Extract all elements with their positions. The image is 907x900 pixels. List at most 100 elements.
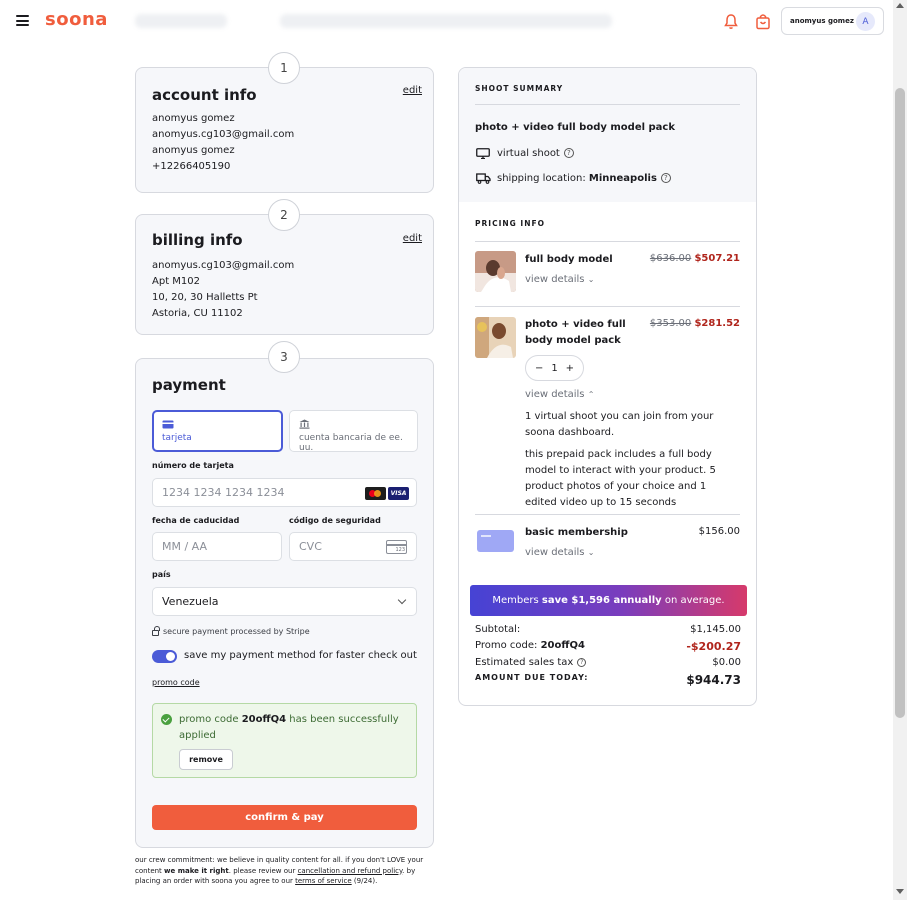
menu-icon[interactable]	[16, 15, 29, 26]
blurred-heading	[280, 14, 612, 28]
billing-address-line-1: Apt M102	[152, 276, 201, 287]
country-label: país	[152, 570, 171, 579]
chevron-down-icon	[397, 595, 407, 605]
scrollbar[interactable]	[893, 0, 907, 900]
step-2-badge: 2	[268, 199, 300, 231]
decrement-button[interactable]: −	[535, 363, 543, 374]
bell-icon[interactable]	[723, 13, 739, 30]
lock-icon	[152, 626, 160, 636]
quantity-stepper[interactable]: − 1 +	[525, 355, 584, 381]
scroll-up-icon[interactable]	[896, 3, 904, 8]
item-name: photo + video full body model pack	[525, 319, 626, 346]
visa-icon: VISA	[388, 487, 409, 500]
pricing-info-title: PRICING INFO	[475, 219, 545, 228]
cvc-label: código de seguridad	[289, 516, 381, 525]
info-icon[interactable]: ?	[660, 173, 671, 183]
payment-title: payment	[152, 376, 226, 394]
account-contact-line: anomyus gomez	[152, 145, 235, 156]
cvc-card-icon: 123	[386, 540, 407, 554]
divider	[475, 104, 740, 105]
view-details-toggle[interactable]: view details ⌄	[525, 547, 594, 558]
check-circle-icon	[161, 714, 172, 725]
legal-notice: our crew commitment: we believe in quali…	[135, 856, 424, 885]
card-number-placeholder: 1234 1234 1234 1234	[162, 486, 285, 499]
membership-savings-banner[interactable]: Members save $1,596 annually on average.	[470, 585, 747, 616]
shipping-city: Minneapolis	[588, 173, 657, 184]
bank-icon	[299, 419, 310, 429]
promo-success-box: promo code 20offQ4 has been successfully…	[152, 703, 417, 778]
country-select[interactable]: Venezuela	[152, 587, 417, 616]
shoot-summary-panel: SHOOT SUMMARY photo + video full body mo…	[458, 67, 757, 706]
info-icon[interactable]: ?	[577, 657, 587, 667]
view-details-toggle[interactable]: view details ⌃	[525, 389, 594, 400]
account-info-card: account info edit anomyus gomez anomyus.…	[135, 67, 434, 193]
mastercard-icon	[365, 487, 386, 500]
remove-promo-button[interactable]: remove	[179, 749, 233, 770]
tab-card-label: tarjeta	[162, 433, 192, 443]
refund-policy-link[interactable]: cancellation and refund policy	[298, 867, 403, 875]
soona-logo[interactable]: soona	[45, 9, 108, 30]
cvc-placeholder: CVC	[299, 540, 322, 553]
tax-row: Estimated sales tax? $0.00	[475, 657, 741, 668]
tab-card[interactable]: tarjeta	[152, 410, 283, 452]
billing-email-line: anomyus.cg103@gmail.com	[152, 260, 295, 271]
blurred-breadcrumb	[135, 14, 227, 28]
billing-city-line: Astoria, CU 11102	[152, 308, 243, 319]
cvc-input[interactable]: CVC 123	[289, 532, 417, 561]
account-name: anomyus gomez	[790, 17, 854, 25]
secure-payment-note: secure payment processed by Stripe	[152, 626, 310, 636]
scroll-down-icon[interactable]	[896, 889, 904, 894]
divider	[475, 306, 740, 307]
tab-bank-account[interactable]: cuenta bancaria de ee. uu.	[289, 410, 418, 453]
applied-promo-code: 20offQ4	[241, 714, 287, 725]
item-price: $156.00	[698, 526, 740, 537]
avatar: A	[856, 12, 875, 31]
save-method-toggle[interactable]	[152, 650, 177, 663]
card-number-label: número de tarjeta	[152, 461, 234, 470]
billing-info-card: billing info edit anomyus.cg103@gmail.co…	[135, 214, 434, 335]
terms-link[interactable]: terms of service	[295, 877, 352, 885]
edit-billing-link[interactable]: edit	[403, 233, 422, 244]
account-details: anomyus gomez anomyus.cg103@gmail.com an…	[152, 111, 294, 175]
item-price: $636.00 $507.21	[649, 253, 740, 264]
promo-code-link[interactable]: promo code	[152, 678, 200, 687]
billing-address-line-2: 10, 20, 30 Halletts Pt	[152, 292, 258, 303]
item-name: full body model	[525, 254, 613, 265]
shipping-location: shipping location: Minneapolis?	[497, 173, 671, 184]
increment-button[interactable]: +	[566, 363, 574, 374]
quantity-value: 1	[551, 362, 558, 374]
divider	[475, 241, 740, 242]
top-bar: soona anomyus gomez A	[0, 0, 893, 43]
country-value: Venezuela	[162, 595, 219, 608]
account-name-line: anomyus gomez	[152, 113, 235, 124]
shopping-bag-icon[interactable]	[755, 13, 771, 30]
truck-icon	[476, 173, 491, 184]
account-menu-button[interactable]: anomyus gomez A	[781, 7, 884, 35]
item-name: basic membership	[525, 527, 628, 538]
secure-text: secure payment processed by Stripe	[163, 627, 310, 636]
account-info-title: account info	[152, 86, 257, 104]
expiry-input[interactable]: MM / AA	[152, 532, 282, 561]
promo-row: Promo code: 20offQ4 -$200.27	[475, 640, 741, 653]
card-number-input[interactable]: 1234 1234 1234 1234 VISA	[152, 478, 417, 507]
save-method-label: save my payment method for faster check …	[184, 650, 417, 661]
payment-card: payment tarjeta cuenta bancaria de ee. u…	[135, 358, 434, 848]
billing-details: anomyus.cg103@gmail.com Apt M102 10, 20,…	[152, 258, 294, 322]
tab-bank-label: cuenta bancaria de ee. uu.	[299, 433, 403, 453]
step-3-badge: 3	[268, 341, 300, 373]
item-price: $353.00 $281.52	[649, 318, 740, 329]
subtotal-row: Subtotal: $1,145.00	[475, 624, 741, 635]
credit-card-icon	[162, 420, 174, 429]
pack-thumbnail	[475, 317, 516, 358]
account-phone-line: +12266405190	[152, 161, 231, 172]
shoot-type: virtual shoot?	[497, 148, 574, 159]
scroll-thumb[interactable]	[895, 88, 905, 718]
divider	[475, 514, 740, 515]
edit-account-link[interactable]: edit	[403, 85, 422, 96]
view-details-toggle[interactable]: view details ⌄	[525, 274, 594, 285]
step-1-badge: 1	[268, 52, 300, 84]
item-description: this prepaid pack includes a full body m…	[525, 449, 716, 508]
expiry-label: fecha de caducidad	[152, 516, 240, 525]
confirm-pay-button[interactable]: confirm & pay	[152, 805, 417, 830]
info-icon[interactable]: ?	[563, 148, 574, 158]
